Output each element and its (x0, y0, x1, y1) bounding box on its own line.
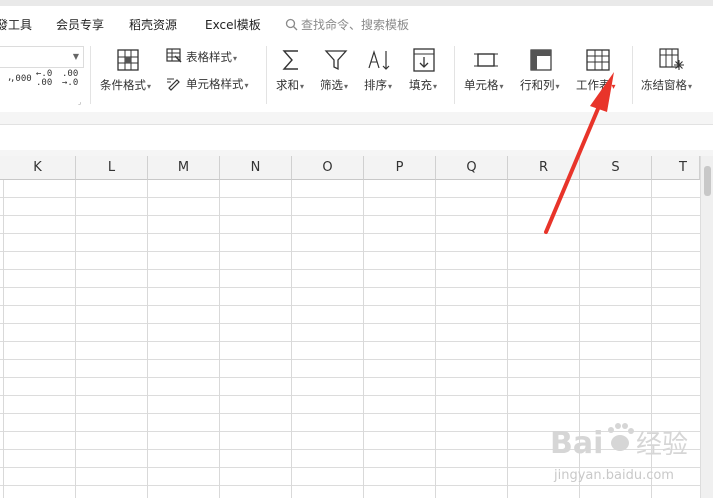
watermark-url: jingyan.baidu.com (553, 468, 674, 483)
baidu-jingyan-watermark: Bai 经验 jingyan.baidu.com (550, 423, 688, 483)
paw-icon (608, 423, 634, 451)
watermark-brand: Bai (550, 426, 603, 461)
watermark-brand-tail: 经验 (636, 430, 688, 460)
